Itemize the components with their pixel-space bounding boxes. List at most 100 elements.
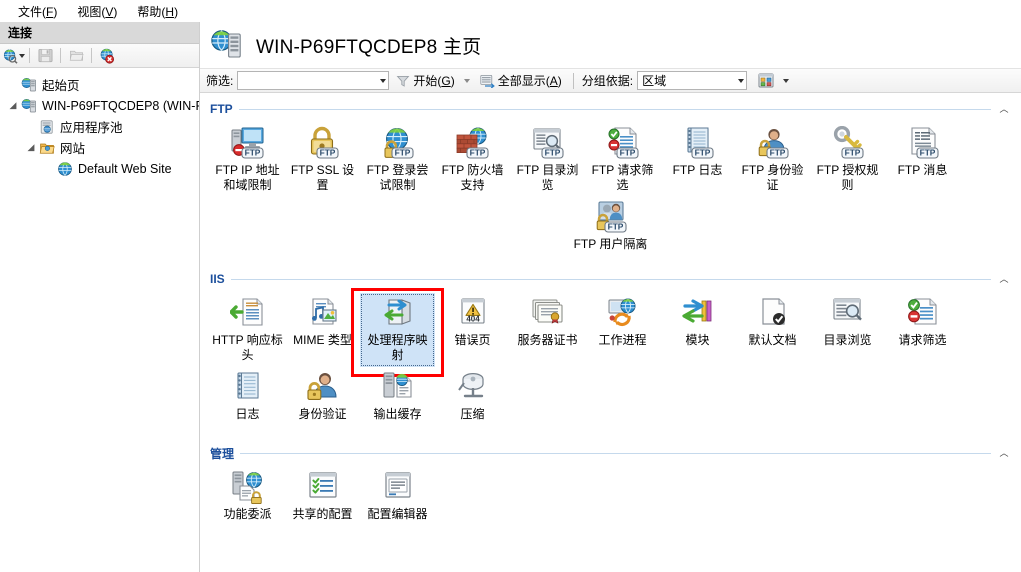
view-mode-caret-icon[interactable] xyxy=(783,78,790,83)
menu-item-help[interactable]: 帮助(H) xyxy=(127,1,188,22)
start-filter-button[interactable]: 开始(G) xyxy=(393,71,472,90)
tile-authentication[interactable]: 身份验证 xyxy=(285,367,360,437)
tile-ftp-ip-address-domain-restrictions[interactable]: FTP FTP IP 地址和域限制 xyxy=(210,123,285,197)
tile-ftp-user-isolation[interactable]: FTP FTP 用户隔离 xyxy=(573,200,648,252)
tile-ftp-request-filtering[interactable]: FTP FTP 请求筛选 xyxy=(585,123,660,197)
tile-request-filtering[interactable]: 请求筛选 xyxy=(885,293,960,367)
tile-label: FTP 消息 xyxy=(897,163,948,177)
tile-configuration-editor[interactable]: 配置编辑器 xyxy=(360,467,435,537)
tile-error-pages[interactable]: 404 错误页 xyxy=(435,293,510,367)
mime-types-icon xyxy=(305,296,341,330)
chevron-up-icon[interactable]: ︿ xyxy=(997,274,1011,284)
worker-processes-icon xyxy=(605,296,641,330)
tile-label: 请求筛选 xyxy=(898,333,947,347)
menu-bar: 文件(F) 视图(V) 帮助(H) xyxy=(0,0,1021,22)
tile-server-certificates[interactable]: 服务器证书 xyxy=(510,293,585,367)
start-filter-caret-icon[interactable] xyxy=(463,78,470,83)
tile-directory-browsing[interactable]: 目录浏览 xyxy=(810,293,885,367)
group-by-select[interactable]: 区域 xyxy=(637,71,748,90)
tile-ftp-authentication[interactable]: FTP FTP 身份验证 xyxy=(735,123,810,197)
default-document-icon xyxy=(755,296,791,330)
tile-ftp-directory-browsing[interactable]: FTP FTP 目录浏览 xyxy=(510,123,585,197)
tree-item-default-web-site[interactable]: Default Web Site xyxy=(4,158,199,179)
configuration-editor-icon xyxy=(380,470,416,504)
compression-icon xyxy=(455,370,491,404)
web-site-icon xyxy=(56,161,74,177)
http-response-headers-icon xyxy=(229,296,266,330)
connect-to-caret-icon[interactable] xyxy=(19,53,25,58)
funnel-icon xyxy=(396,74,410,88)
menu-item-file-mnemonic: F xyxy=(46,4,54,19)
tile-shared-configuration[interactable]: 共享的配置 xyxy=(285,467,360,537)
filter-separator xyxy=(572,72,574,89)
authentication-icon xyxy=(305,370,341,404)
tile-handler-mappings[interactable]: 处理程序映射 xyxy=(351,288,444,377)
tile-modules[interactable]: 模块 xyxy=(660,293,735,367)
features-view: FTP ︿ FTP FTP IP 地址和域限制 FTP FTP SSL 设置 F… xyxy=(200,93,1021,572)
svg-text:FTP: FTP xyxy=(769,148,785,158)
app-pools-icon xyxy=(38,119,56,135)
tree-expander-server[interactable]: ◢ xyxy=(6,100,20,111)
svg-text:FTP: FTP xyxy=(694,148,710,158)
tile-ftp-ssl-settings[interactable]: FTP FTP SSL 设置 xyxy=(285,123,360,197)
tile-ftp-firewall-support[interactable]: FTP FTP 防火墙支持 xyxy=(435,123,510,197)
tile-label: 模块 xyxy=(685,333,710,347)
tile-ftp-logon-attempt-restrictions[interactable]: FTP FTP 登录尝试限制 xyxy=(360,123,435,197)
group-iis-name: IIS xyxy=(210,272,225,286)
svg-text:FTP: FTP xyxy=(469,148,485,158)
start-filter-label: 开始(G) xyxy=(413,74,455,88)
filter-input[interactable] xyxy=(237,71,390,90)
show-all-icon xyxy=(480,74,495,88)
tile-worker-processes[interactable]: 工作进程 xyxy=(585,293,660,367)
tile-output-caching[interactable]: 输出缓存 xyxy=(360,367,435,437)
chevron-down-icon[interactable] xyxy=(380,78,387,83)
tree-item-application-pools[interactable]: 应用程序池 xyxy=(4,116,199,137)
tile-http-response-headers[interactable]: HTTP 响应标头 xyxy=(210,293,285,367)
chevron-down-icon[interactable] xyxy=(738,78,745,83)
svg-text:FTP: FTP xyxy=(244,148,260,158)
connect-to-icon[interactable] xyxy=(3,46,25,66)
menu-item-file-label: 文件 xyxy=(18,4,43,19)
tile-logging[interactable]: 日志 xyxy=(210,367,285,437)
ftp-ssl-settings-icon: FTP xyxy=(305,126,341,160)
show-all-label: 全部显示(A) xyxy=(497,74,562,88)
open-folder-icon[interactable] xyxy=(65,46,87,66)
toolbar-separator-3 xyxy=(91,48,92,63)
chevron-up-icon[interactable]: ︿ xyxy=(997,448,1011,458)
filter-label: 筛选: xyxy=(206,74,234,88)
shared-configuration-icon xyxy=(305,470,341,504)
menu-item-file[interactable]: 文件(F) xyxy=(8,1,67,22)
tree-item-start-page[interactable]: 起始页 xyxy=(4,74,199,95)
svg-text:FTP: FTP xyxy=(607,222,623,232)
tree-item-label: 应用程序池 xyxy=(60,121,123,135)
view-mode-button[interactable] xyxy=(755,72,792,89)
directory-browsing-icon xyxy=(830,296,866,330)
svg-text:FTP: FTP xyxy=(619,148,635,158)
start-page-icon xyxy=(20,77,38,93)
group-divider xyxy=(230,278,991,280)
tile-compression[interactable]: 压缩 xyxy=(435,367,510,437)
connections-pane: 连接 起始页 ◢ WIN-P69FTQCDEP8 (WIN-P 应用程序池 ◢ … xyxy=(0,22,200,572)
tile-default-document[interactable]: 默认文档 xyxy=(735,293,810,367)
tile-mime-types[interactable]: MIME 类型 xyxy=(285,293,360,367)
menu-item-view[interactable]: 视图(V) xyxy=(67,1,127,22)
group-ftp-tiles: FTP FTP IP 地址和域限制 FTP FTP SSL 设置 FTP FTP… xyxy=(210,123,1011,267)
tile-ftp-messages[interactable]: FTP FTP 消息 xyxy=(885,123,960,197)
svg-text:FTP: FTP xyxy=(544,148,560,158)
tile-feature-delegation[interactable]: 功能委派 xyxy=(210,467,285,537)
tile-label: FTP 用户隔离 xyxy=(573,237,648,251)
tile-ftp-logging[interactable]: FTP FTP 日志 xyxy=(660,123,735,197)
tree-item-sites[interactable]: ◢ 网站 xyxy=(4,137,199,158)
ftp-request-filtering-icon: FTP xyxy=(605,126,641,160)
show-all-button[interactable]: 全部显示(A) xyxy=(477,71,565,90)
group-management-name: 管理 xyxy=(210,446,235,461)
tree-expander-sites[interactable]: ◢ xyxy=(24,142,38,153)
tree-item-label: WIN-P69FTQCDEP8 (WIN-P xyxy=(42,98,199,113)
chevron-up-icon[interactable]: ︿ xyxy=(997,104,1011,114)
disconnect-icon[interactable] xyxy=(96,46,118,66)
tile-label: FTP 身份验证 xyxy=(741,163,804,192)
group-management: 管理 ︿ 功能委派 共享的配置 配置编辑器 xyxy=(210,445,1011,537)
tile-ftp-authorization-rules[interactable]: FTP FTP 授权规则 xyxy=(810,123,885,197)
tree-item-server[interactable]: ◢ WIN-P69FTQCDEP8 (WIN-P xyxy=(4,95,199,116)
save-icon[interactable] xyxy=(34,46,56,66)
